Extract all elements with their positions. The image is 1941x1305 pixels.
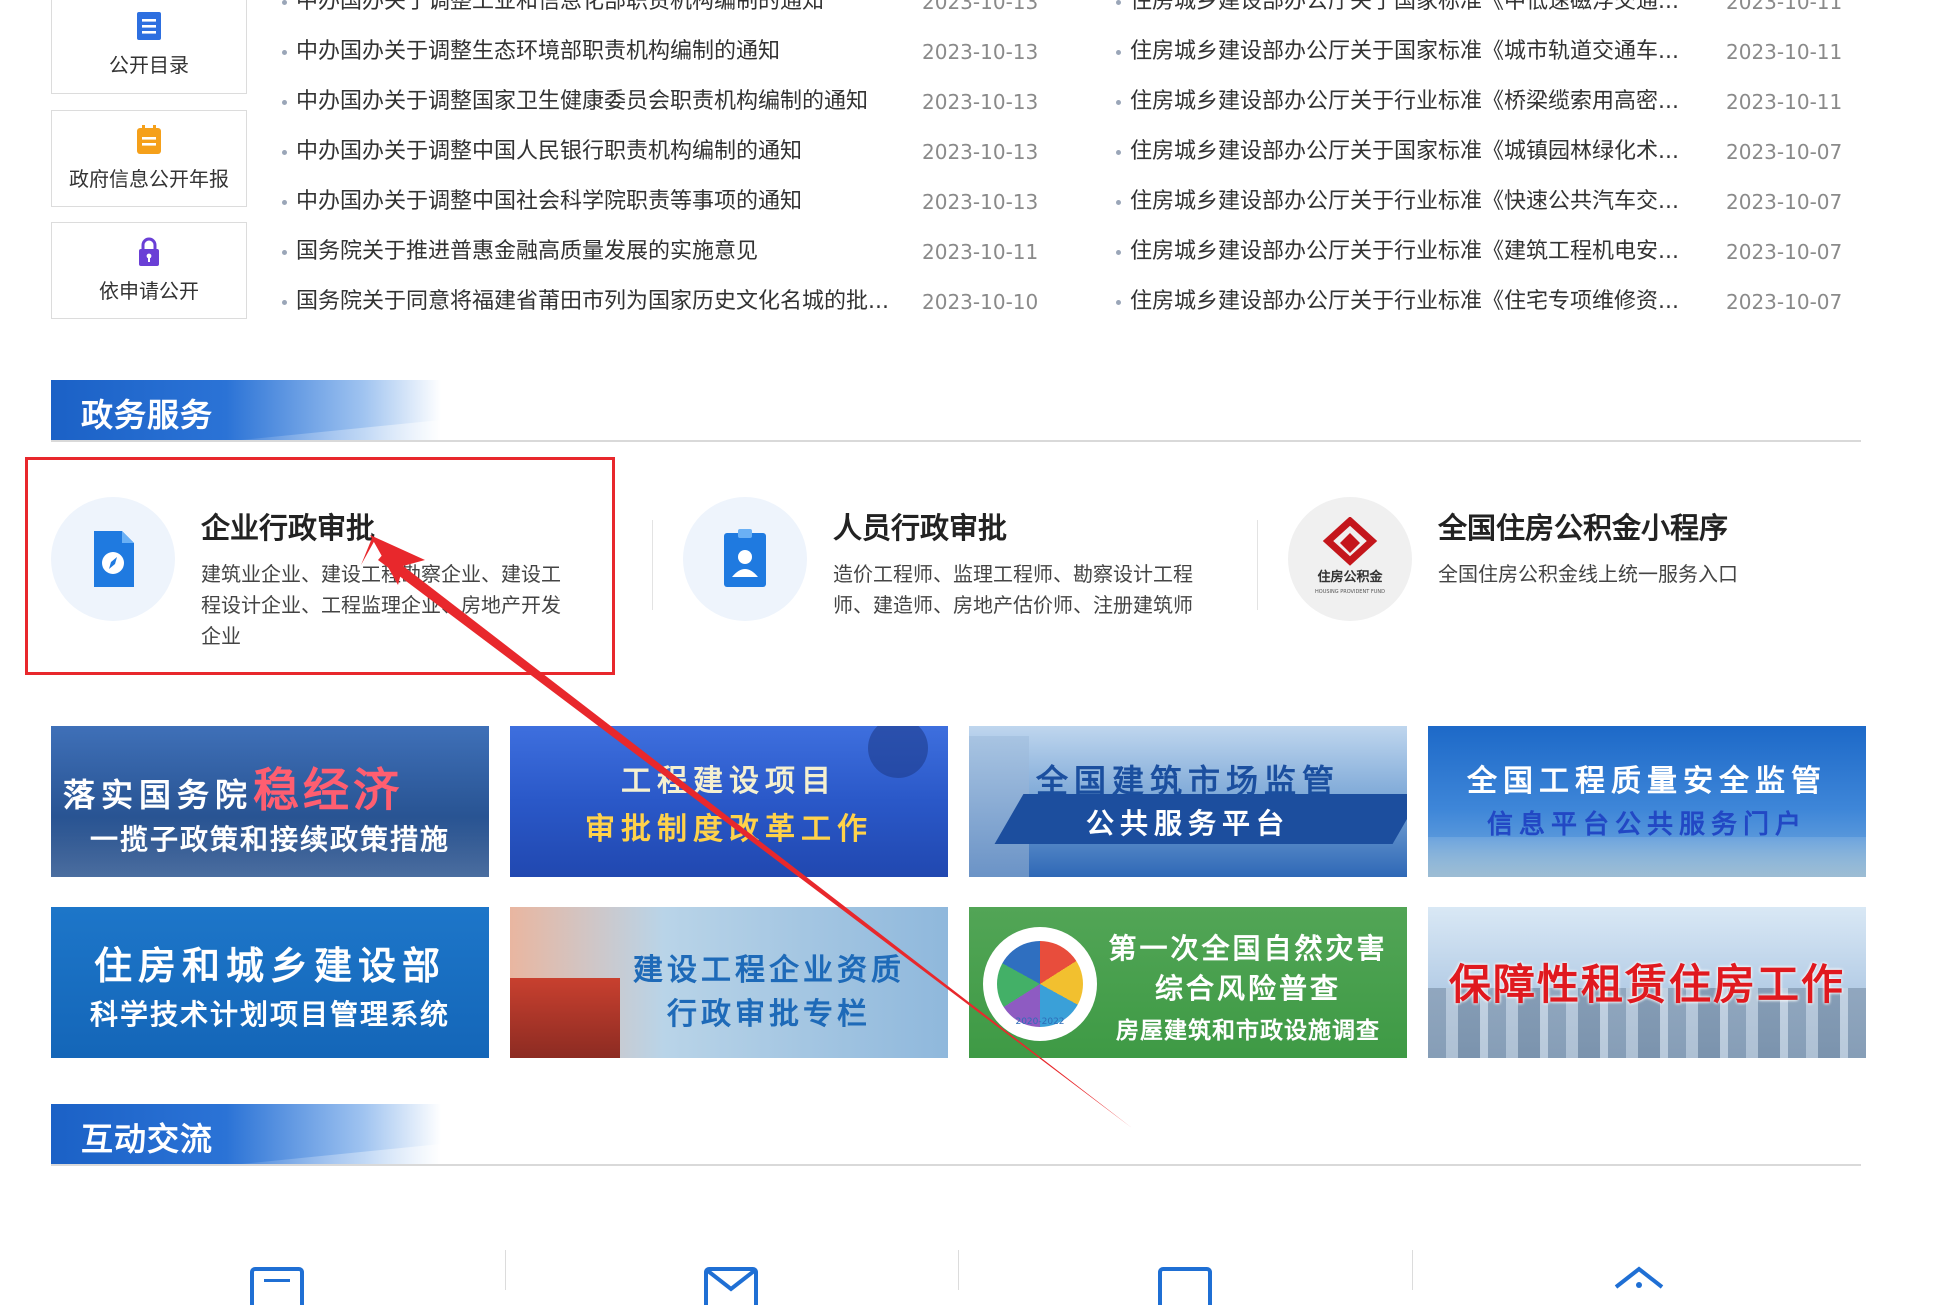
annotation-arrow [361, 535, 1132, 1128]
